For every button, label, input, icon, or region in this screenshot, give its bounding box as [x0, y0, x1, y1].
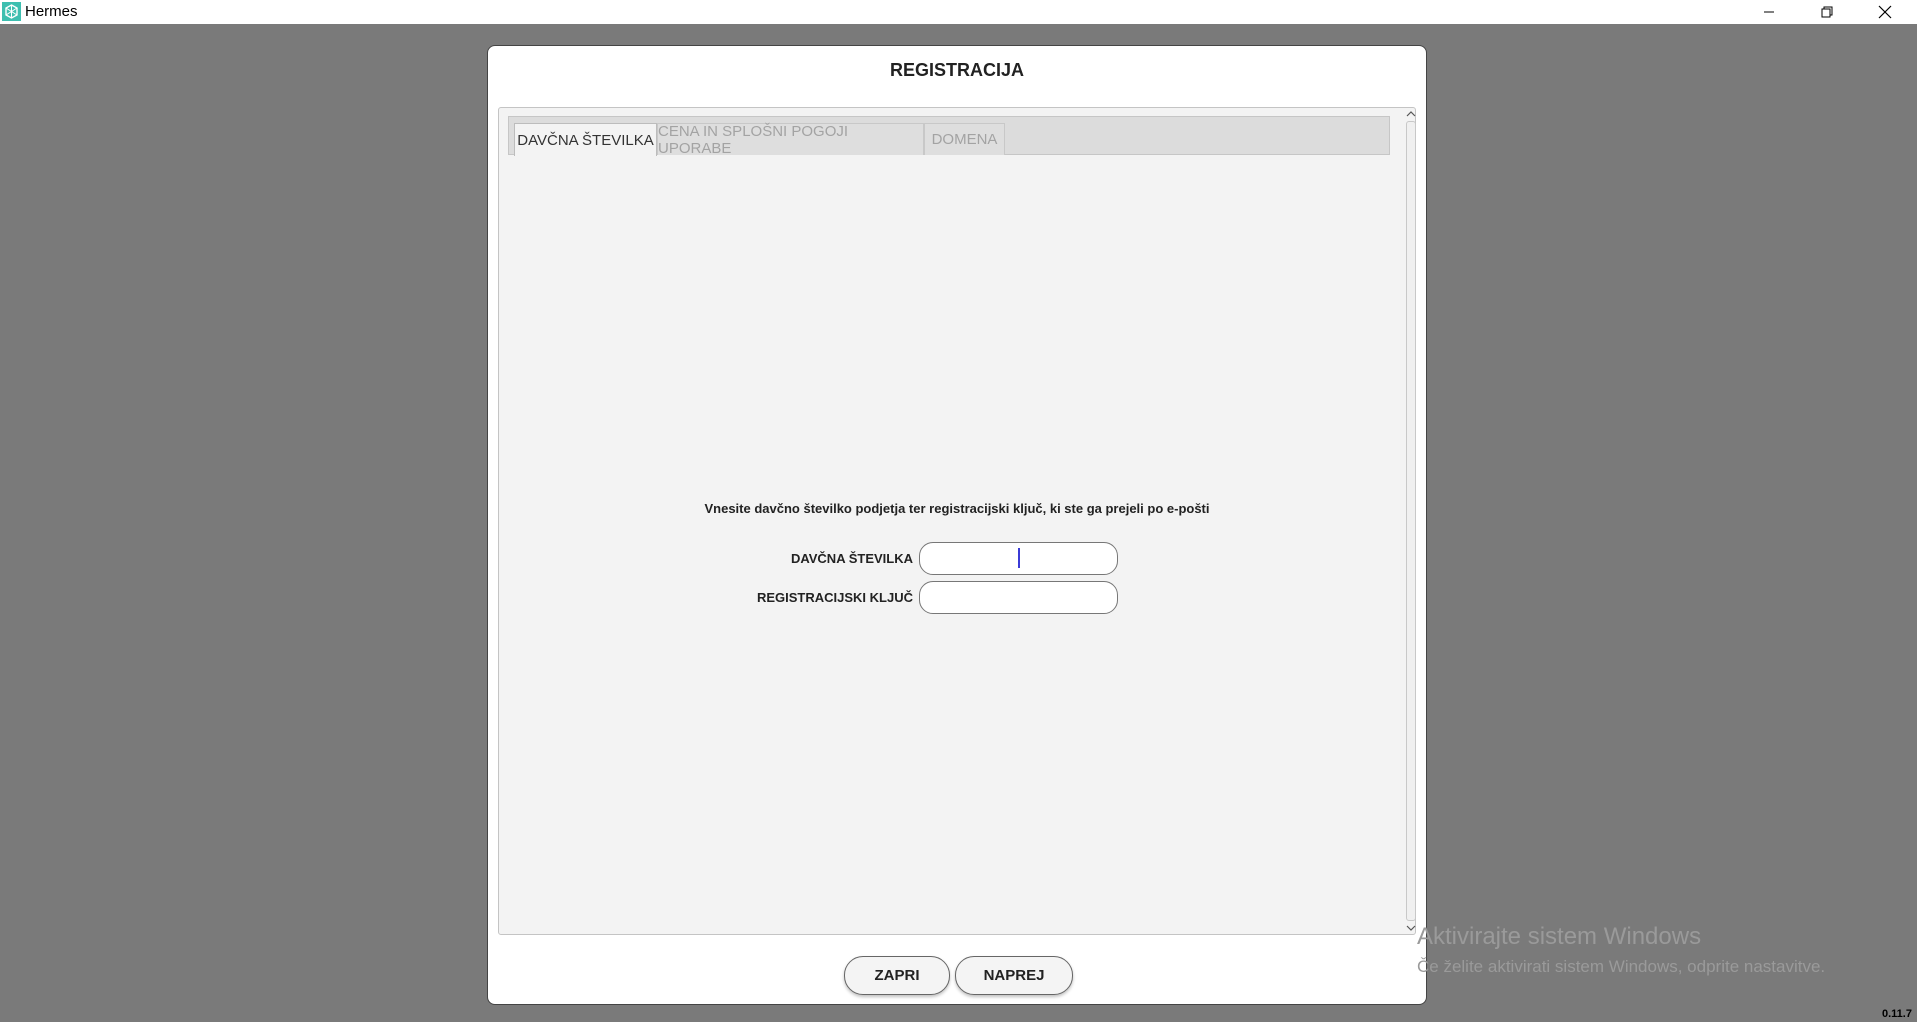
tab-davcna-stevilka[interactable]: DAVČNA ŠTEVILKA — [514, 123, 657, 156]
activation-watermark-subtitle: Če želite aktivirati sistem Windows, odp… — [1417, 957, 1826, 976]
minimize-icon — [1764, 11, 1774, 13]
restore-icon — [1821, 6, 1833, 18]
instruction-text: Vnesite davčno številko podjetja ter reg… — [704, 501, 1210, 516]
tab-domena[interactable]: DOMENA — [924, 123, 1005, 155]
close-button[interactable]: ZAPRI — [844, 956, 950, 995]
close-window-button[interactable] — [1856, 0, 1914, 24]
registration-dialog: REGISTRACIJA DAVČNA ŠTEVILKA CENA IN SPL… — [487, 45, 1427, 1005]
scrollbar-thumb[interactable] — [1406, 121, 1416, 921]
next-button[interactable]: NAPREJ — [955, 956, 1073, 995]
registration-key-input[interactable] — [919, 581, 1118, 614]
hermes-app-icon — [2, 2, 21, 21]
window-titlebar: Hermes — [0, 0, 1917, 24]
scroll-down-arrow-icon[interactable] — [1405, 923, 1417, 933]
scroll-up-arrow-icon[interactable] — [1405, 109, 1417, 119]
tab-label: DAVČNA ŠTEVILKA — [517, 131, 654, 149]
vertical-scrollbar[interactable] — [1403, 107, 1419, 935]
window-title: Hermes — [25, 3, 78, 20]
tab-bar: DAVČNA ŠTEVILKA CENA IN SPLOŠNI POGOJI U… — [508, 116, 1390, 157]
restore-button[interactable] — [1798, 0, 1856, 24]
close-icon — [1878, 5, 1892, 19]
tab-cena-in-pogoji[interactable]: CENA IN SPLOŠNI POGOJI UPORABE — [657, 122, 924, 157]
text-caret — [1018, 548, 1020, 568]
activation-watermark-title: Aktivirajte sistem Windows — [1417, 923, 1702, 950]
minimize-button[interactable] — [1740, 0, 1798, 24]
tab-panel: DAVČNA ŠTEVILKA CENA IN SPLOŠNI POGOJI U… — [498, 107, 1416, 935]
dialog-title: REGISTRACIJA — [889, 60, 1024, 80]
registration-key-label: REGISTRACIJSKI KLJUČ — [756, 590, 913, 605]
version-label: 0.11.7 — [1882, 1008, 1912, 1020]
tab-label: CENA IN SPLOŠNI POGOJI UPORABE — [658, 122, 849, 157]
tax-number-label: DAVČNA ŠTEVILKA — [790, 551, 913, 566]
tab-label: DOMENA — [931, 131, 998, 148]
